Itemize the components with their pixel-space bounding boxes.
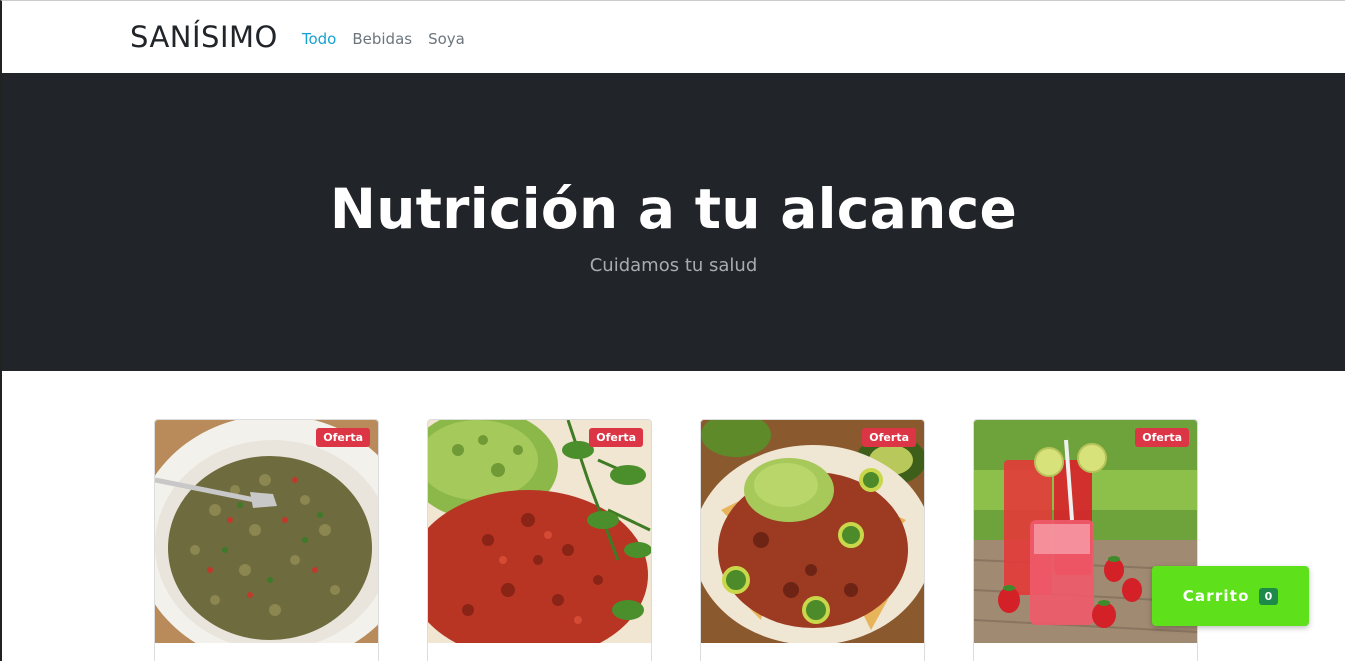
- guacamole-chorizo-soya-image[interactable]: Oferta: [428, 420, 651, 643]
- hero-title: Nutrición a tu alcance: [329, 176, 1018, 241]
- product-card[interactable]: Oferta: [427, 419, 652, 661]
- brand-logo[interactable]: SANÍSIMO: [130, 20, 278, 54]
- cart-label: Carrito: [1182, 587, 1250, 605]
- offer-badge: Oferta: [1135, 428, 1189, 447]
- offer-badge: Oferta: [316, 428, 370, 447]
- product-card[interactable]: Oferta: [154, 419, 379, 661]
- product-card[interactable]: Oferta: [700, 419, 925, 661]
- hero-banner: Nutrición a tu alcance Cuidamos tu salud: [2, 73, 1345, 371]
- hero-subtitle: Cuidamos tu salud: [589, 254, 758, 276]
- lentil-salad-image[interactable]: Oferta: [155, 420, 378, 643]
- product-grid: Oferta Oferta Oferta Oferta: [2, 371, 1345, 661]
- nav-link-bebidas[interactable]: Bebidas: [352, 27, 412, 48]
- nav-link-todo[interactable]: Todo: [302, 27, 337, 48]
- navbar: SANÍSIMO Todo Bebidas Soya: [2, 1, 1345, 73]
- offer-badge: Oferta: [589, 428, 643, 447]
- nachos-image[interactable]: Oferta: [701, 420, 924, 643]
- nav-link-soya[interactable]: Soya: [428, 27, 465, 48]
- offer-badge: Oferta: [862, 428, 916, 447]
- cart-button[interactable]: Carrito 0: [1152, 566, 1309, 626]
- cart-count-badge: 0: [1258, 587, 1279, 605]
